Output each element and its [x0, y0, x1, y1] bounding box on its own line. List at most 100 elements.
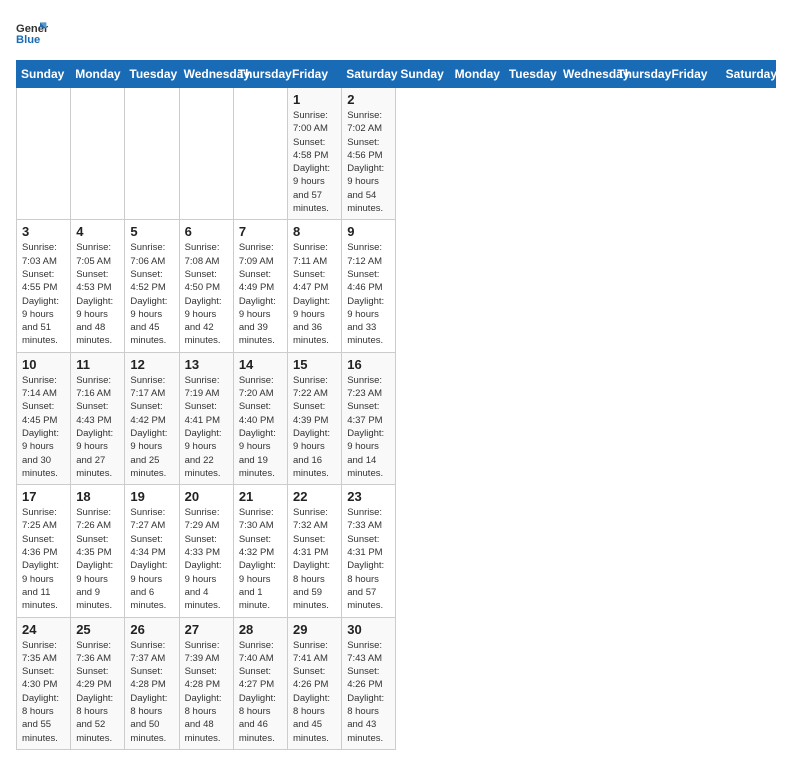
day-number: 1	[293, 92, 336, 107]
day-number: 25	[76, 622, 119, 637]
day-info: Sunrise: 7:27 AM Sunset: 4:34 PM Dayligh…	[130, 506, 173, 612]
svg-text:Blue: Blue	[16, 34, 40, 46]
logo: General Blue	[16, 16, 52, 48]
day-info: Sunrise: 7:05 AM Sunset: 4:53 PM Dayligh…	[76, 241, 119, 347]
calendar-cell	[71, 88, 125, 220]
header-tuesday: Tuesday	[125, 61, 179, 88]
calendar-week-1: 1 Sunrise: 7:00 AM Sunset: 4:58 PM Daylig…	[17, 88, 776, 220]
calendar-table: SundayMondayTuesdayWednesdayThursdayFrid…	[16, 60, 776, 750]
calendar-cell: 26 Sunrise: 7:37 AM Sunset: 4:28 PM Dayli…	[125, 617, 179, 749]
header-friday: Friday	[288, 61, 342, 88]
header-thursday: Thursday	[233, 61, 287, 88]
day-number: 4	[76, 224, 119, 239]
day-number: 28	[239, 622, 282, 637]
day-info: Sunrise: 7:33 AM Sunset: 4:31 PM Dayligh…	[347, 506, 390, 612]
header-monday: Monday	[450, 61, 504, 88]
day-number: 18	[76, 489, 119, 504]
calendar-cell	[125, 88, 179, 220]
calendar-cell: 17 Sunrise: 7:25 AM Sunset: 4:36 PM Dayli…	[17, 485, 71, 617]
day-number: 23	[347, 489, 390, 504]
day-number: 9	[347, 224, 390, 239]
calendar-cell: 15 Sunrise: 7:22 AM Sunset: 4:39 PM Dayli…	[288, 352, 342, 484]
header-thursday: Thursday	[613, 61, 667, 88]
calendar-cell: 9 Sunrise: 7:12 AM Sunset: 4:46 PM Daylig…	[342, 220, 396, 352]
header-sunday: Sunday	[396, 61, 450, 88]
calendar-week-5: 24Sunrise: 7:35 AM Sunset: 4:30 PM Dayli…	[17, 617, 776, 749]
day-number: 16	[347, 357, 390, 372]
day-number: 27	[185, 622, 228, 637]
day-number: 5	[130, 224, 173, 239]
calendar-cell: 21 Sunrise: 7:30 AM Sunset: 4:32 PM Dayli…	[233, 485, 287, 617]
header-tuesday: Tuesday	[504, 61, 558, 88]
day-info: Sunrise: 7:20 AM Sunset: 4:40 PM Dayligh…	[239, 374, 282, 480]
day-info: Sunrise: 7:22 AM Sunset: 4:39 PM Dayligh…	[293, 374, 336, 480]
calendar-cell: 8 Sunrise: 7:11 AM Sunset: 4:47 PM Daylig…	[288, 220, 342, 352]
day-number: 29	[293, 622, 336, 637]
day-info: Sunrise: 7:23 AM Sunset: 4:37 PM Dayligh…	[347, 374, 390, 480]
day-info: Sunrise: 7:29 AM Sunset: 4:33 PM Dayligh…	[185, 506, 228, 612]
day-info: Sunrise: 7:32 AM Sunset: 4:31 PM Dayligh…	[293, 506, 336, 612]
calendar-cell	[17, 88, 71, 220]
day-info: Sunrise: 7:37 AM Sunset: 4:28 PM Dayligh…	[130, 639, 173, 745]
day-info: Sunrise: 7:14 AM Sunset: 4:45 PM Dayligh…	[22, 374, 65, 480]
calendar-cell: 4 Sunrise: 7:05 AM Sunset: 4:53 PM Daylig…	[71, 220, 125, 352]
calendar-cell: 24Sunrise: 7:35 AM Sunset: 4:30 PM Dayli…	[17, 617, 71, 749]
calendar-cell: 6Sunrise: 7:08 AM Sunset: 4:50 PM Daylig…	[179, 220, 233, 352]
calendar-cell: 20 Sunrise: 7:29 AM Sunset: 4:33 PM Dayli…	[179, 485, 233, 617]
calendar-cell: 28 Sunrise: 7:40 AM Sunset: 4:27 PM Dayli…	[233, 617, 287, 749]
day-number: 30	[347, 622, 390, 637]
header-friday: Friday	[667, 61, 721, 88]
day-number: 17	[22, 489, 65, 504]
day-number: 10	[22, 357, 65, 372]
day-info: Sunrise: 7:25 AM Sunset: 4:36 PM Dayligh…	[22, 506, 65, 612]
calendar-week-3: 10 Sunrise: 7:14 AM Sunset: 4:45 PM Dayli…	[17, 352, 776, 484]
day-number: 8	[293, 224, 336, 239]
header-wednesday: Wednesday	[179, 61, 233, 88]
calendar-header-row: SundayMondayTuesdayWednesdayThursdayFrid…	[17, 61, 776, 88]
calendar-cell: 25Sunrise: 7:36 AM Sunset: 4:29 PM Dayli…	[71, 617, 125, 749]
calendar-cell: 19Sunrise: 7:27 AM Sunset: 4:34 PM Dayli…	[125, 485, 179, 617]
day-info: Sunrise: 7:06 AM Sunset: 4:52 PM Dayligh…	[130, 241, 173, 347]
day-info: Sunrise: 7:41 AM Sunset: 4:26 PM Dayligh…	[293, 639, 336, 745]
calendar-cell: 1 Sunrise: 7:00 AM Sunset: 4:58 PM Daylig…	[288, 88, 342, 220]
calendar-cell: 3Sunrise: 7:03 AM Sunset: 4:55 PM Daylig…	[17, 220, 71, 352]
day-number: 7	[239, 224, 282, 239]
day-number: 20	[185, 489, 228, 504]
day-info: Sunrise: 7:16 AM Sunset: 4:43 PM Dayligh…	[76, 374, 119, 480]
day-info: Sunrise: 7:11 AM Sunset: 4:47 PM Dayligh…	[293, 241, 336, 347]
calendar-week-2: 3Sunrise: 7:03 AM Sunset: 4:55 PM Daylig…	[17, 220, 776, 352]
calendar-cell: 11Sunrise: 7:16 AM Sunset: 4:43 PM Dayli…	[71, 352, 125, 484]
calendar-cell: 27 Sunrise: 7:39 AM Sunset: 4:28 PM Dayli…	[179, 617, 233, 749]
day-number: 15	[293, 357, 336, 372]
calendar-cell: 5 Sunrise: 7:06 AM Sunset: 4:52 PM Daylig…	[125, 220, 179, 352]
day-info: Sunrise: 7:02 AM Sunset: 4:56 PM Dayligh…	[347, 109, 390, 215]
day-info: Sunrise: 7:30 AM Sunset: 4:32 PM Dayligh…	[239, 506, 282, 612]
day-number: 24	[22, 622, 65, 637]
day-info: Sunrise: 7:00 AM Sunset: 4:58 PM Dayligh…	[293, 109, 336, 215]
day-info: Sunrise: 7:12 AM Sunset: 4:46 PM Dayligh…	[347, 241, 390, 347]
calendar-cell: 7Sunrise: 7:09 AM Sunset: 4:49 PM Daylig…	[233, 220, 287, 352]
day-number: 21	[239, 489, 282, 504]
day-number: 12	[130, 357, 173, 372]
calendar-cell: 10 Sunrise: 7:14 AM Sunset: 4:45 PM Dayli…	[17, 352, 71, 484]
day-info: Sunrise: 7:19 AM Sunset: 4:41 PM Dayligh…	[185, 374, 228, 480]
day-info: Sunrise: 7:40 AM Sunset: 4:27 PM Dayligh…	[239, 639, 282, 745]
calendar-week-4: 17 Sunrise: 7:25 AM Sunset: 4:36 PM Dayli…	[17, 485, 776, 617]
logo-icon: General Blue	[16, 16, 48, 48]
day-info: Sunrise: 7:08 AM Sunset: 4:50 PM Dayligh…	[185, 241, 228, 347]
day-number: 13	[185, 357, 228, 372]
calendar-cell: 13 Sunrise: 7:19 AM Sunset: 4:41 PM Dayli…	[179, 352, 233, 484]
page-header: General Blue	[16, 16, 776, 48]
calendar-cell: 29 Sunrise: 7:41 AM Sunset: 4:26 PM Dayli…	[288, 617, 342, 749]
day-info: Sunrise: 7:17 AM Sunset: 4:42 PM Dayligh…	[130, 374, 173, 480]
header-monday: Monday	[71, 61, 125, 88]
header-sunday: Sunday	[17, 61, 71, 88]
day-number: 22	[293, 489, 336, 504]
day-info: Sunrise: 7:43 AM Sunset: 4:26 PM Dayligh…	[347, 639, 390, 745]
day-info: Sunrise: 7:39 AM Sunset: 4:28 PM Dayligh…	[185, 639, 228, 745]
day-number: 2	[347, 92, 390, 107]
day-info: Sunrise: 7:26 AM Sunset: 4:35 PM Dayligh…	[76, 506, 119, 612]
day-number: 3	[22, 224, 65, 239]
header-saturday: Saturday	[721, 61, 775, 88]
day-number: 26	[130, 622, 173, 637]
